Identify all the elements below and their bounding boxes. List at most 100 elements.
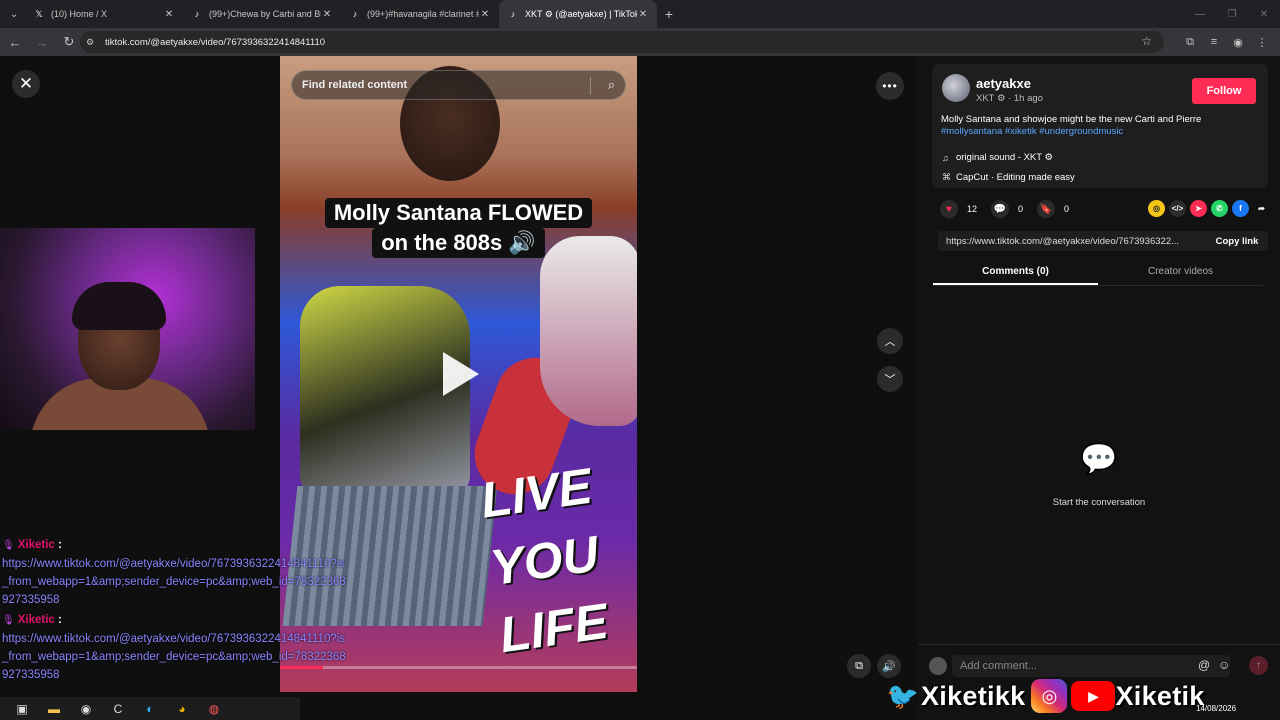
chrome-icon[interactable]: ◕ (166, 699, 198, 719)
capcut-link[interactable]: ⌘ CapCut · Editing made easy (942, 172, 1075, 183)
arrow-up-icon: ↑ (1256, 660, 1261, 671)
music-note-icon: ♫ (942, 152, 949, 163)
chat-author: Xiketic (17, 614, 55, 626)
video-detail-panel: aetyakxe XKT ⚙ · 1h ago Follow Molly San… (918, 56, 1280, 720)
share-arrow-icon[interactable]: ➦ (1253, 200, 1270, 217)
tiktok-icon: ♪ (352, 9, 358, 19)
empty-comments-icon: 💬 (1080, 443, 1118, 476)
tab-search-button[interactable]: ⌄ (3, 3, 25, 25)
video-overlay-art-text: LIVE YOU LIFE (477, 457, 612, 664)
tab-close-icon[interactable]: ✕ (321, 9, 333, 20)
mention-icon[interactable]: @ (1198, 658, 1210, 672)
comment-count: 0 (1018, 204, 1024, 214)
c-app-icon[interactable]: C (102, 699, 134, 719)
menu-kebab-icon[interactable]: ⋮ (1250, 30, 1274, 54)
picture-in-picture-button[interactable]: ⧉ (847, 654, 871, 678)
close-icon: ✕ (18, 74, 34, 93)
copy-link-button[interactable]: Copy link (1206, 236, 1268, 247)
facebook-icon[interactable]: f (1232, 200, 1249, 217)
close-window-icon[interactable]: ✕ (1248, 0, 1280, 28)
follow-button[interactable]: Follow (1192, 78, 1256, 104)
chat-message-text: https://www.tiktok.com/@aetyakxe/video/7… (2, 558, 346, 606)
x-logo-icon: 𝕏 (35, 8, 43, 19)
comment-button[interactable]: 💬 (991, 200, 1010, 218)
stream-chat-overlay: 🎙 Xiketic : https://www.tiktok.com/@aetya… (2, 536, 347, 686)
related-search-input[interactable]: Find related content ⌕ (291, 70, 626, 100)
emoji-icon[interactable]: ☺ (1218, 658, 1230, 672)
comment-input[interactable] (952, 655, 1230, 677)
whatsapp-icon[interactable]: ✆ (1211, 200, 1228, 217)
browser-tab-chewa[interactable]: ♪ (99+)Chewa by Carbi and Big U ✕ (183, 0, 341, 28)
panel-tabs: Comments (0) Creator videos (933, 261, 1263, 286)
author-name[interactable]: aetyakxe (976, 76, 1031, 91)
search-divider (590, 77, 591, 95)
video-caption: Molly Santana FLOWED on the 808s 🔊 (280, 198, 637, 258)
youtube-icon: ▶ (1071, 681, 1116, 711)
save-button[interactable]: 🔖 (1037, 200, 1056, 218)
browser-toolbar: ← → ↻ ⚙ tiktok.com/@aetyakxe/video/76739… (0, 28, 1280, 56)
extensions-icon[interactable]: ⧉ (1178, 30, 1202, 54)
chevron-down-icon: ﹀ (884, 374, 896, 386)
hashtag-links[interactable]: #mollysantana #xiketik #undergroundmusic (941, 126, 1123, 137)
edge-icon[interactable]: ◐ (134, 699, 166, 719)
previous-video-button[interactable]: ︿ (877, 328, 903, 354)
repost-icon[interactable]: ◎ (1148, 200, 1165, 217)
ellipsis-icon: ••• (882, 79, 898, 93)
empty-comments-text: Start the conversation (1052, 497, 1146, 508)
discord-icon[interactable]: ◍ (198, 699, 230, 719)
tab-creator-videos[interactable]: Creator videos (1098, 261, 1263, 285)
media-controls-icon[interactable]: ≡ (1202, 30, 1226, 54)
brand-name-youtube: Xiketik (1115, 680, 1205, 711)
description-text: Molly Santana and showjoe might be the n… (941, 114, 1202, 125)
brand-name-twitter: Xiketikk (921, 680, 1026, 711)
mic-icon: 🎙 (2, 540, 15, 551)
share-link-url[interactable]: https://www.tiktok.com/@aetyakxe/video/7… (938, 236, 1206, 247)
tab-close-icon[interactable]: ✕ (163, 9, 175, 20)
profile-icon[interactable]: ◉ (1226, 30, 1250, 54)
share-link-box: https://www.tiktok.com/@aetyakxe/video/7… (938, 231, 1268, 251)
forward-icon[interactable]: → (30, 30, 54, 54)
send-to-friends-icon[interactable]: ➤ (1190, 200, 1207, 217)
tab-title: (99+)#havanagila #clarinet #ne (367, 9, 479, 19)
post-comment-button[interactable]: ↑ (1249, 656, 1268, 675)
site-info-icon[interactable]: ⚙ (86, 37, 100, 48)
address-bar[interactable]: ⚙ tiktok.com/@aetyakxe/video/76739363224… (80, 31, 1164, 53)
back-icon[interactable]: ← (3, 30, 27, 54)
webcam-durag (72, 282, 166, 330)
caption-line-1: Molly Santana FLOWED (324, 198, 593, 228)
more-options-button[interactable]: ••• (876, 72, 904, 100)
obs-icon[interactable]: ◉ (70, 699, 102, 719)
tab-comments[interactable]: Comments (0) (933, 261, 1098, 285)
search-icon[interactable]: ⌕ (608, 77, 615, 93)
tab-title: XKT ⚙ (@aetyakxe) | TikTok (525, 8, 637, 19)
chat-message-text: https://www.tiktok.com/@aetyakxe/video/7… (2, 633, 346, 681)
chat-colon: : (54, 614, 62, 626)
author-avatar[interactable] (942, 74, 970, 102)
task-view-icon[interactable]: ▣ (6, 699, 38, 719)
capcut-icon: ⌘ (942, 172, 951, 182)
browser-tab-xkt-active[interactable]: ♪ XKT ⚙ (@aetyakxe) | TikTok ✕ (499, 0, 657, 28)
play-icon[interactable] (443, 352, 479, 396)
url-text[interactable]: tiktok.com/@aetyakxe/video/7673936322414… (105, 37, 325, 48)
reload-icon[interactable]: ↻ (57, 30, 81, 54)
close-video-button[interactable]: ✕ (12, 70, 40, 98)
browser-tab-havanagila[interactable]: ♪ (99+)#havanagila #clarinet #ne ✕ (341, 0, 499, 28)
sound-link[interactable]: ♫ original sound - XKT ⚙ (942, 152, 1053, 163)
new-tab-button[interactable]: + (657, 6, 681, 22)
tiktok-icon: ♪ (510, 9, 516, 19)
video-description: Molly Santana and showjoe might be the n… (941, 114, 1261, 138)
browser-tab-x-home[interactable]: 𝕏 (10) Home / X ✕ (25, 0, 183, 28)
tab-close-icon[interactable]: ✕ (637, 9, 649, 20)
save-count: 0 (1064, 204, 1070, 214)
browser-tab-bar: ⌄ 𝕏 (10) Home / X ✕ ♪ (99+)Chewa by Carb… (0, 0, 1280, 28)
like-button[interactable]: ♥ (940, 200, 958, 218)
volume-button[interactable]: 🔊 (877, 654, 901, 678)
restore-icon[interactable]: ❐ (1216, 0, 1248, 28)
minimize-icon[interactable]: — (1184, 0, 1216, 28)
bookmark-star-icon[interactable]: ☆ (1141, 34, 1152, 48)
embed-icon[interactable]: </> (1169, 200, 1186, 217)
next-video-button[interactable]: ﹀ (877, 366, 903, 392)
tab-close-icon[interactable]: ✕ (479, 9, 491, 20)
tiktok-icon: ♪ (194, 9, 200, 19)
file-explorer-icon[interactable]: ▬ (38, 699, 70, 719)
